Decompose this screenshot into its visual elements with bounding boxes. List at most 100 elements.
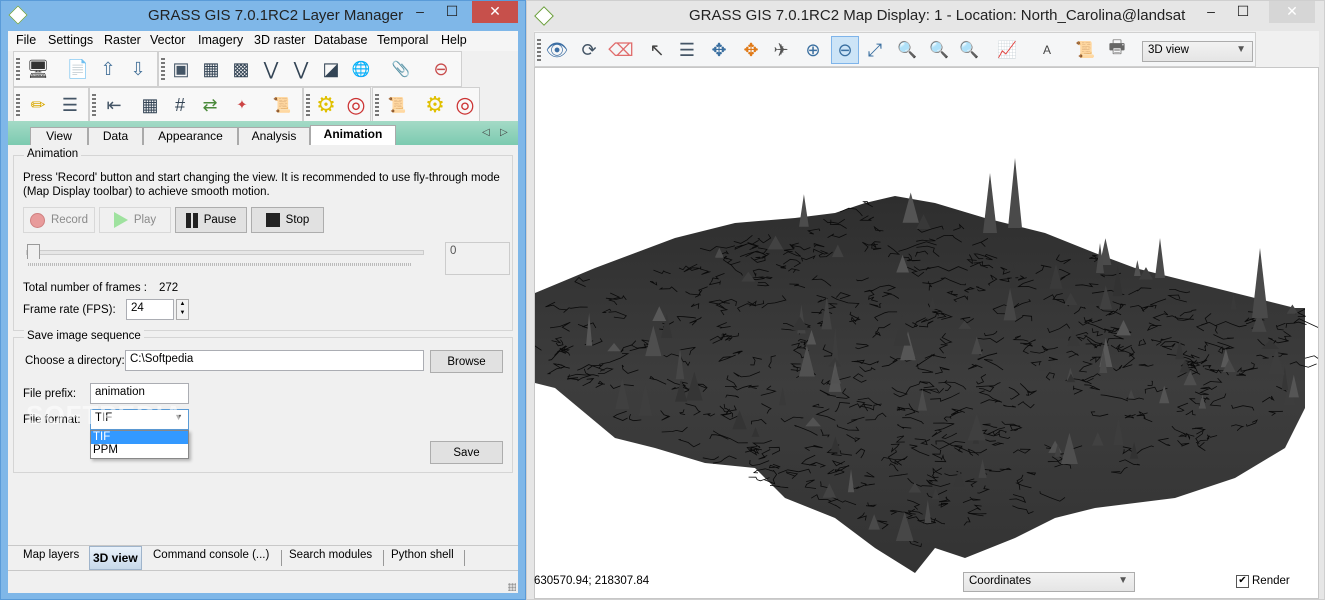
new-display-icon[interactable]: 🖥 — [26, 57, 50, 81]
print-icon[interactable]: 🖶 — [1105, 37, 1129, 62]
pointer-icon[interactable]: ↖ — [645, 38, 669, 62]
render-map-icon[interactable]: ⟳ — [577, 38, 601, 62]
add-raster-icon[interactable]: ▦ — [199, 57, 223, 81]
zoom-out-icon[interactable]: ⊖ — [831, 36, 859, 64]
georectify-icon[interactable]: # — [168, 93, 192, 117]
menu-file[interactable]: File — [16, 33, 36, 47]
toolbar-grip[interactable] — [537, 39, 541, 61]
toolbar-grip[interactable] — [16, 94, 20, 116]
resize-grip-icon[interactable] — [508, 583, 516, 591]
minimize-button[interactable]: – — [1195, 1, 1227, 23]
menu-vector[interactable]: Vector — [150, 33, 185, 47]
browse-button[interactable]: Browse — [430, 350, 503, 373]
tab-scroll-right-icon[interactable]: ▷ — [500, 127, 508, 138]
spin-up-icon[interactable]: ▲ — [177, 300, 188, 309]
zoom-in-icon[interactable]: ⊕ — [801, 38, 825, 62]
tab-search-modules[interactable]: Search modules — [289, 549, 372, 561]
raster-calculator-icon[interactable]: ▦ — [138, 93, 162, 117]
format-select[interactable]: TIF ▼ — [90, 409, 189, 430]
view-mode-select[interactable]: 3D view ▼ — [1142, 41, 1253, 62]
add-map-layers-icon[interactable]: ▣ — [169, 57, 193, 81]
toolbar-grip[interactable] — [306, 94, 310, 116]
menu-3d-raster[interactable]: 3D raster — [254, 33, 305, 47]
decoration-icon[interactable]: A — [1035, 38, 1059, 62]
tab-python-shell[interactable]: Python shell — [391, 549, 454, 561]
graphical-modeler-icon[interactable]: ⇄ — [198, 93, 222, 117]
tab-data[interactable]: Data — [88, 127, 143, 145]
title-bar[interactable]: GRASS GIS 7.0.1RC2 Layer Manager – ☐ ✕ — [1, 1, 525, 31]
zoom-menu-icon[interactable]: 🔍 — [957, 38, 981, 62]
fps-spinner[interactable]: ▲ ▼ — [176, 299, 189, 320]
fly-through-icon[interactable]: ✈ — [769, 38, 793, 62]
add-web-service-icon[interactable]: 🌐 — [349, 57, 373, 81]
toolbar-grip[interactable] — [161, 58, 165, 80]
analyze-icon[interactable]: 📈 — [995, 38, 1019, 62]
tab-animation[interactable]: Animation — [310, 125, 396, 145]
load-workspace-icon[interactable]: ⇧ — [96, 57, 120, 81]
rotate-icon[interactable]: ✥ — [739, 38, 763, 62]
settings-icon[interactable]: ⚙ — [314, 92, 338, 117]
render-checkbox[interactable]: ✔ — [1236, 575, 1249, 588]
run-script-icon[interactable]: 📜 — [270, 93, 294, 117]
map-canvas-3d[interactable] — [534, 67, 1319, 599]
module-help-icon[interactable]: ◎ — [453, 92, 477, 117]
format-option-tif[interactable]: TIF — [91, 431, 188, 444]
tab-command-console[interactable]: Command console (...) — [153, 549, 269, 561]
slider-handle[interactable] — [27, 244, 40, 259]
zoom-region-icon[interactable]: 🔍 — [895, 38, 919, 62]
stop-button[interactable]: Stop — [251, 207, 324, 233]
erase-display-icon[interactable]: ⌫ — [608, 38, 633, 62]
close-button[interactable]: ✕ — [1269, 1, 1315, 23]
pan-icon[interactable]: ✥ — [707, 38, 731, 62]
fps-input[interactable]: 24 — [126, 299, 174, 320]
edit-vector-icon[interactable]: ✏ — [26, 93, 50, 117]
pause-button[interactable]: Pause — [175, 207, 247, 233]
title-bar[interactable]: GRASS GIS 7.0.1RC2 Map Display: 1 - Loca… — [527, 1, 1324, 31]
spin-down-icon[interactable]: ▼ — [177, 309, 188, 318]
help-icon[interactable]: ◎ — [344, 92, 368, 117]
script-load-icon[interactable]: 📜 — [385, 93, 409, 117]
new-workspace-icon[interactable]: 📄 — [66, 57, 90, 81]
toolbar-grip[interactable] — [92, 94, 96, 116]
tab-appearance[interactable]: Appearance — [143, 127, 238, 145]
save-workspace-icon[interactable]: ⇩ — [126, 57, 150, 81]
menu-temporal[interactable]: Temporal — [377, 33, 428, 47]
close-button[interactable]: ✕ — [472, 1, 518, 23]
add-vector-misc-icon[interactable]: ⋁ — [289, 57, 313, 81]
module-settings-icon[interactable]: ⚙ — [423, 92, 447, 117]
toolbar-grip[interactable] — [375, 94, 379, 116]
minimize-button[interactable]: – — [404, 1, 436, 23]
play-button[interactable]: Play — [99, 207, 171, 233]
prefix-input[interactable]: animation — [90, 383, 189, 404]
tab-scroll-left-icon[interactable]: ◁ — [482, 127, 490, 138]
frame-slider[interactable] — [26, 244, 424, 272]
tab-analysis[interactable]: Analysis — [238, 127, 310, 145]
add-overlay-icon[interactable]: 📎 — [389, 57, 413, 81]
display-map-icon[interactable]: 👁 — [545, 38, 569, 62]
zoom-extent-icon[interactable]: ⤢ — [863, 38, 887, 62]
menu-settings[interactable]: Settings — [48, 33, 93, 47]
add-vector-icon[interactable]: ⋁ — [259, 57, 283, 81]
tab-3d-view[interactable]: 3D view — [89, 546, 142, 570]
menu-raster[interactable]: Raster — [104, 33, 141, 47]
remove-layer-icon[interactable]: ⊖ — [429, 57, 453, 81]
record-button[interactable]: Record — [23, 207, 95, 233]
menu-imagery[interactable]: Imagery — [198, 33, 243, 47]
import-raster-icon[interactable]: ⇤ — [102, 93, 126, 117]
maximize-button[interactable]: ☐ — [1227, 1, 1259, 23]
format-option-ppm[interactable]: PPM — [91, 444, 188, 457]
attribute-table-icon[interactable]: ☰ — [58, 93, 82, 117]
tab-map-layers[interactable]: Map layers — [23, 549, 79, 561]
save-button[interactable]: Save — [430, 441, 503, 464]
menu-database[interactable]: Database — [314, 33, 368, 47]
maximize-button[interactable]: ☐ — [436, 1, 468, 23]
add-raster-misc-icon[interactable]: ▩ — [229, 57, 253, 81]
menu-help[interactable]: Help — [441, 33, 467, 47]
directory-input[interactable]: C:\Softpedia — [125, 350, 424, 371]
save-file-icon[interactable]: 📜 — [1073, 38, 1097, 62]
cartographic-composer-icon[interactable]: ✦ — [230, 93, 254, 117]
toolbar-grip[interactable] — [16, 58, 20, 80]
zoom-back-icon[interactable]: 🔍 — [927, 38, 951, 62]
query-icon[interactable]: ☰ — [675, 38, 699, 62]
status-mode-select[interactable]: Coordinates ▼ — [963, 572, 1135, 592]
